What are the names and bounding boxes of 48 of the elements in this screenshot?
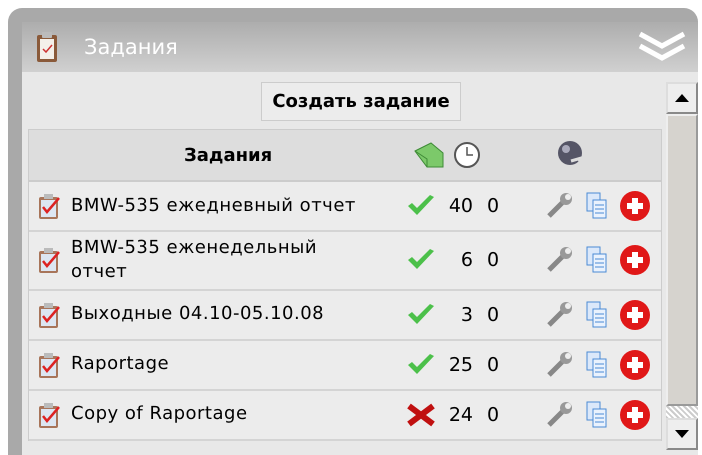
delete-icon[interactable] — [619, 298, 651, 331]
down-arrow-icon — [675, 430, 689, 438]
scroll-thumb[interactable] — [666, 114, 698, 406]
error-count: 0 — [486, 304, 500, 326]
panel-title: Задания — [84, 35, 179, 59]
run-count: 6 — [460, 249, 473, 272]
run-count: 3 — [460, 304, 473, 326]
task-name[interactable]: BMW-535 ежедневный отчет — [71, 194, 401, 218]
error-count: 0 — [486, 249, 500, 272]
wrench-icon[interactable] — [545, 350, 575, 379]
delete-icon[interactable] — [619, 348, 651, 381]
run-count: 25 — [448, 354, 473, 376]
clipboard-icon — [36, 31, 58, 63]
task-name[interactable]: Выходные 04.10-05.10.08 — [71, 302, 401, 327]
copy-icon[interactable] — [585, 350, 609, 380]
scroll-track[interactable] — [666, 406, 698, 418]
run-count: 24 — [448, 404, 473, 426]
task-row[interactable]: BMW-535 еженедельный отчет 6 0 — [29, 232, 661, 291]
error-count: 0 — [486, 354, 500, 376]
run-count: 40 — [448, 195, 473, 217]
error-count: 0 — [486, 195, 500, 217]
task-row[interactable]: Raportage 25 0 — [29, 340, 661, 391]
wrench-icon[interactable] — [545, 400, 575, 429]
copy-icon[interactable] — [585, 245, 609, 276]
wrench-icon[interactable] — [545, 300, 575, 329]
task-name[interactable]: Raportage — [71, 352, 401, 377]
task-checklist-icon — [37, 191, 63, 221]
up-arrow-icon — [675, 94, 689, 102]
delete-icon[interactable] — [619, 244, 651, 276]
scroll-up-button[interactable] — [666, 82, 698, 114]
delete-icon[interactable] — [619, 398, 651, 431]
wrench-icon[interactable] — [545, 192, 575, 220]
copy-icon[interactable] — [585, 400, 609, 430]
copy-icon[interactable] — [585, 191, 609, 221]
create-task-button[interactable]: Создать задание — [261, 82, 461, 121]
wrench-icon[interactable] — [545, 246, 575, 274]
task-name[interactable]: Copy of Raportage — [71, 402, 401, 427]
task-row[interactable]: BMW-535 ежедневный отчет 40 0 — [29, 182, 661, 232]
error-count: 0 — [486, 404, 500, 426]
task-checklist-icon — [37, 245, 63, 276]
clock-icon — [453, 141, 481, 169]
delete-icon[interactable] — [619, 190, 651, 222]
task-row[interactable]: Copy of Raportage 24 0 — [29, 390, 661, 441]
copy-icon[interactable] — [585, 300, 609, 330]
column-header: Задания — [184, 144, 274, 166]
task-name[interactable]: BMW-535 еженедельный отчет — [71, 236, 401, 285]
scroll-down-button[interactable] — [666, 418, 698, 450]
task-row[interactable]: Выходные 04.10-05.10.08 3 0 — [29, 290, 661, 341]
